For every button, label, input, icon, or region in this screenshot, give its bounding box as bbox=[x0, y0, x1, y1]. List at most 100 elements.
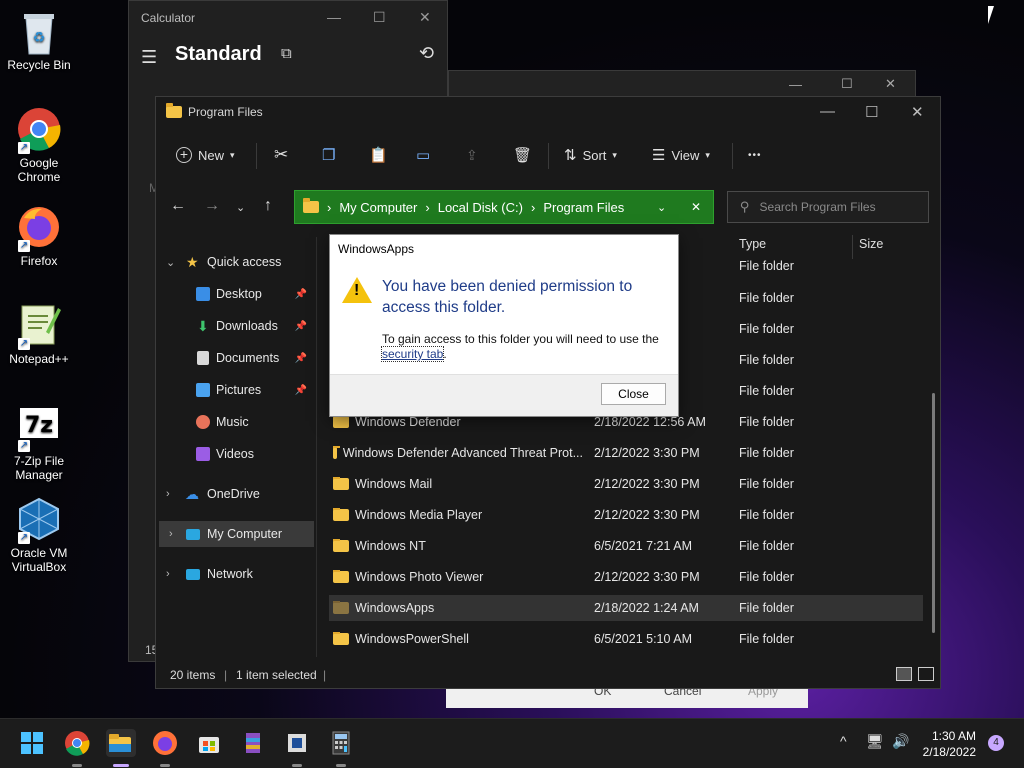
selection-count: 1 item selected bbox=[236, 668, 317, 682]
taskbar-clock[interactable]: 1:30 AM 2/18/2022 bbox=[923, 728, 976, 760]
nav-onedrive[interactable]: › ☁ OneDrive bbox=[156, 481, 311, 507]
nav-network[interactable]: › Network bbox=[156, 561, 311, 587]
file-row[interactable]: Windows Mail 2/12/2022 3:30 PM File folder bbox=[329, 471, 923, 497]
pin-icon: 📌 bbox=[294, 320, 307, 332]
close-button[interactable]: Close bbox=[601, 383, 666, 405]
file-type: File folder bbox=[739, 570, 794, 584]
store-icon bbox=[199, 737, 219, 753]
file-row[interactable]: Windows Photo Viewer 2/12/2022 3:30 PM Fil… bbox=[329, 564, 923, 590]
file-row[interactable]: Windows NT 6/5/2021 7:21 AM File folder bbox=[329, 533, 923, 559]
keep-on-top-icon[interactable]: ⧉ bbox=[281, 45, 292, 62]
minimize-button[interactable]: — bbox=[327, 9, 341, 25]
copy-button[interactable]: ❐ bbox=[322, 141, 335, 169]
desktop-icon-notepadpp[interactable]: ↗ Notepad++ bbox=[1, 302, 77, 366]
file-row[interactable]: Windows Defender Advanced Threat Prot...… bbox=[329, 440, 923, 466]
taskbar-chrome-button[interactable] bbox=[63, 729, 91, 757]
folder-icon bbox=[333, 601, 349, 614]
network-icon bbox=[186, 568, 200, 580]
desktop-icon-recycle-bin[interactable]: ♻ Recycle Bin bbox=[1, 8, 77, 72]
network-icon[interactable]: 🖥 bbox=[866, 733, 884, 750]
taskbar-store-button[interactable] bbox=[195, 729, 223, 757]
nav-quick-access[interactable]: ⌄ ★ Quick access bbox=[156, 249, 311, 275]
folder-icon bbox=[333, 539, 349, 552]
file-row[interactable]: WindowsApps 2/18/2022 1:24 AM File folder bbox=[329, 595, 923, 621]
close-button[interactable]: ✕ bbox=[885, 76, 896, 92]
pane-divider[interactable] bbox=[316, 237, 317, 657]
folder-icon bbox=[333, 570, 349, 583]
details-view-button[interactable] bbox=[896, 667, 912, 681]
breadcrumb-my-computer[interactable]: My Computer bbox=[339, 200, 417, 215]
more-options-button[interactable]: ••• bbox=[748, 141, 762, 169]
rename-button[interactable]: ▭ bbox=[416, 141, 430, 169]
status-bar: 20 items | 1 item selected | bbox=[156, 662, 940, 688]
desktop-icon-7zip[interactable]: 7z ↗ 7-Zip File Manager bbox=[1, 404, 77, 482]
maximize-button[interactable]: ☐ bbox=[865, 103, 878, 121]
taskbar-cpuz-button[interactable] bbox=[283, 729, 311, 757]
file-row[interactable]: Windows Media Player 2/12/2022 3:30 PM Fil… bbox=[329, 502, 923, 528]
calculator-title: Calculator bbox=[141, 11, 196, 25]
taskbar-firefox-button[interactable] bbox=[151, 729, 179, 757]
taskbar-winrar-button[interactable] bbox=[239, 729, 267, 757]
back-button[interactable]: ← bbox=[170, 197, 186, 215]
chevron-right-icon: › bbox=[166, 488, 170, 500]
close-button[interactable]: ✕ bbox=[419, 9, 431, 26]
breadcrumb-program-files[interactable]: Program Files bbox=[543, 200, 624, 215]
clear-address-icon[interactable]: ✕ bbox=[691, 200, 701, 214]
nav-desktop[interactable]: Desktop 📌 bbox=[156, 281, 311, 307]
nav-pictures[interactable]: Pictures 📌 bbox=[156, 377, 311, 403]
nav-downloads[interactable]: ⬇ Downloads 📌 bbox=[156, 313, 311, 339]
column-header-size[interactable]: Size bbox=[859, 237, 883, 251]
history-icon[interactable]: ⟲ bbox=[419, 43, 434, 64]
share-button[interactable]: ⇪ bbox=[466, 141, 478, 169]
taskbar-calculator-button[interactable] bbox=[327, 729, 355, 757]
volume-icon[interactable]: 🔊 bbox=[892, 733, 909, 750]
breadcrumb-local-disk[interactable]: Local Disk (C:) bbox=[438, 200, 523, 215]
file-row[interactable]: WindowsPowerShell 6/5/2021 5:10 AM File fo… bbox=[329, 626, 923, 652]
delete-button[interactable]: 🗑 bbox=[513, 141, 532, 169]
view-button[interactable]: ☰ View ▾ bbox=[652, 141, 710, 169]
paste-button[interactable]: 📋 bbox=[369, 141, 388, 169]
desktop-icon-google-chrome[interactable]: ↗ Google Chrome bbox=[1, 106, 77, 184]
notification-badge[interactable]: 4 bbox=[988, 735, 1004, 751]
permission-dialog[interactable]: WindowsApps ! You have been denied permi… bbox=[329, 234, 679, 417]
show-hidden-icons-button[interactable]: ^ bbox=[840, 733, 847, 749]
tiles-view-button[interactable] bbox=[918, 667, 934, 681]
cpu-icon bbox=[288, 734, 306, 752]
file-date: 6/5/2021 5:10 AM bbox=[594, 632, 692, 646]
folder-icon bbox=[333, 632, 349, 645]
search-input[interactable]: ⚲ Search Program Files bbox=[727, 191, 929, 223]
explorer-title: Program Files bbox=[188, 105, 263, 119]
nav-my-computer[interactable]: › My Computer bbox=[159, 521, 314, 547]
sort-label: Sort bbox=[582, 147, 607, 163]
file-type: File folder bbox=[739, 446, 794, 460]
nav-videos[interactable]: Videos bbox=[156, 441, 311, 467]
file-date: 2/12/2022 3:30 PM bbox=[594, 570, 700, 584]
file-type: File folder bbox=[739, 477, 794, 491]
nav-documents[interactable]: Documents 📌 bbox=[156, 345, 311, 371]
new-button[interactable]: + New ▾ bbox=[176, 141, 235, 169]
file-name: Windows NT bbox=[355, 539, 426, 553]
address-dropdown-icon[interactable]: ⌄ bbox=[657, 201, 666, 214]
vertical-scrollbar[interactable] bbox=[932, 393, 935, 633]
recycle-bin-icon: ♻ bbox=[16, 8, 62, 55]
maximize-button[interactable]: ☐ bbox=[841, 76, 853, 92]
nav-music[interactable]: Music bbox=[156, 409, 311, 435]
cut-button[interactable]: ✂ bbox=[274, 141, 288, 169]
security-tab-link[interactable]: security tab bbox=[380, 346, 445, 362]
maximize-button[interactable]: ☐ bbox=[373, 9, 386, 26]
address-bar[interactable]: › My Computer › Local Disk (C:) › Progra… bbox=[294, 190, 714, 224]
folder-icon bbox=[333, 477, 349, 490]
close-button[interactable]: ✕ bbox=[911, 103, 924, 121]
desktop-icon-virtualbox[interactable]: ↗ Oracle VM VirtualBox bbox=[1, 496, 77, 574]
start-button[interactable] bbox=[18, 729, 46, 757]
up-button[interactable]: ↑ bbox=[264, 197, 272, 215]
forward-button[interactable]: → bbox=[204, 197, 220, 215]
taskbar-explorer-button[interactable] bbox=[106, 729, 136, 757]
desktop-icon-firefox[interactable]: ↗ Firefox bbox=[1, 204, 77, 268]
minimize-button[interactable]: — bbox=[820, 103, 835, 120]
recent-locations-button[interactable]: ⌄ bbox=[236, 201, 245, 214]
minimize-button[interactable]: — bbox=[789, 77, 802, 92]
sort-button[interactable]: ⇅ Sort ▾ bbox=[564, 141, 617, 169]
hamburger-menu-icon[interactable]: ☰ bbox=[141, 47, 157, 68]
column-header-type[interactable]: Type bbox=[739, 237, 766, 251]
